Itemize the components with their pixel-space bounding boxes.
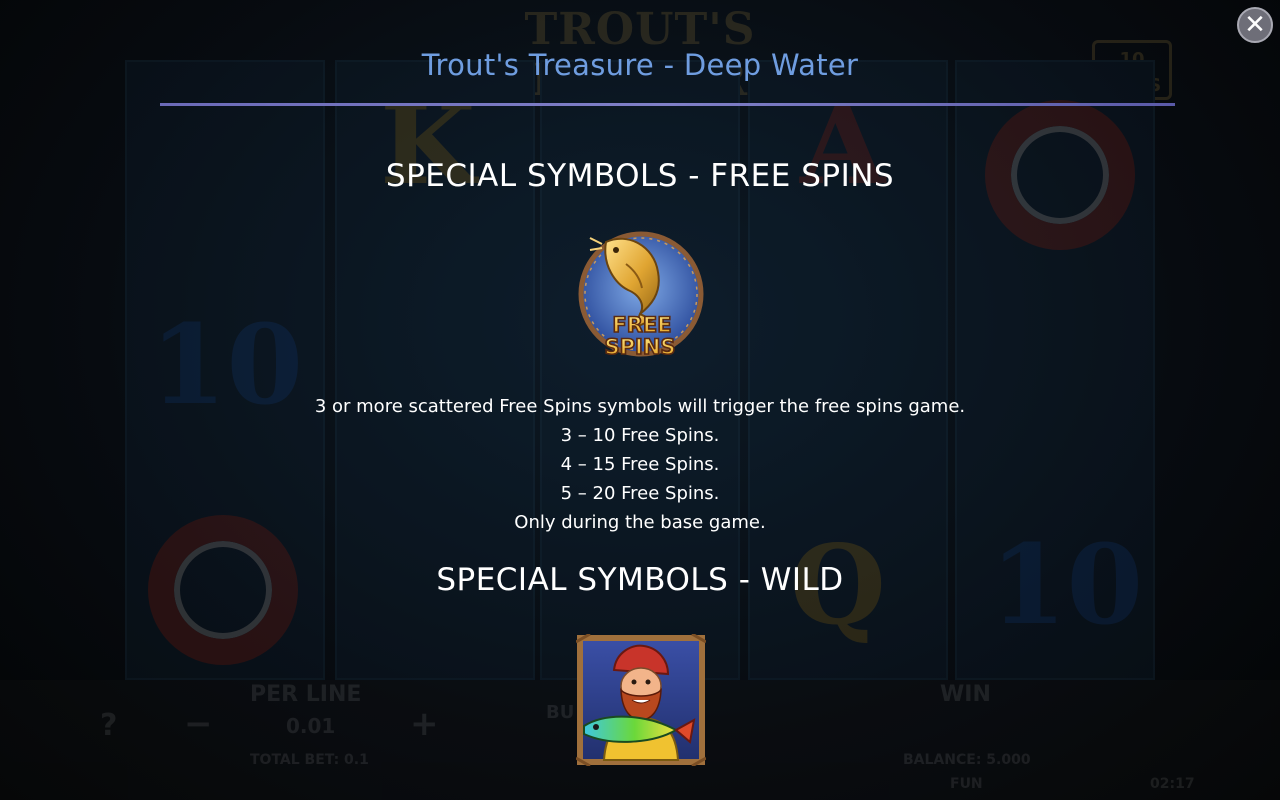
free-spins-symbol: FREE SPINS	[578, 231, 704, 360]
close-icon: ✕	[1244, 10, 1266, 40]
wild-symbol	[576, 634, 706, 766]
free-spins-description-line: 4 – 15 Free Spins.	[560, 454, 720, 475]
close-button[interactable]: ✕	[1237, 7, 1273, 43]
game-stage: TROUT'S TREASURE 10 LINES 10 10 Q K A PE…	[0, 0, 1280, 800]
paytable-overlay: ✕ Trout's Treasure - Deep Water SPECIAL …	[0, 0, 1280, 800]
free-spins-symbol-text-free: FREE	[612, 313, 671, 337]
paytable-title: Trout's Treasure - Deep Water	[421, 48, 859, 82]
title-divider	[160, 103, 1175, 106]
free-spins-description-line: 3 – 10 Free Spins.	[560, 425, 720, 446]
free-spins-heading: SPECIAL SYMBOLS - FREE SPINS	[385, 158, 895, 194]
free-spins-symbol-text-spins: SPINS	[604, 335, 675, 359]
wild-heading: SPECIAL SYMBOLS - WILD	[436, 562, 844, 598]
free-spins-description-line: 3 or more scattered Free Spins symbols w…	[314, 396, 966, 417]
free-spins-description-line: Only during the base game.	[514, 512, 766, 533]
free-spins-description-line: 5 – 20 Free Spins.	[560, 483, 720, 504]
